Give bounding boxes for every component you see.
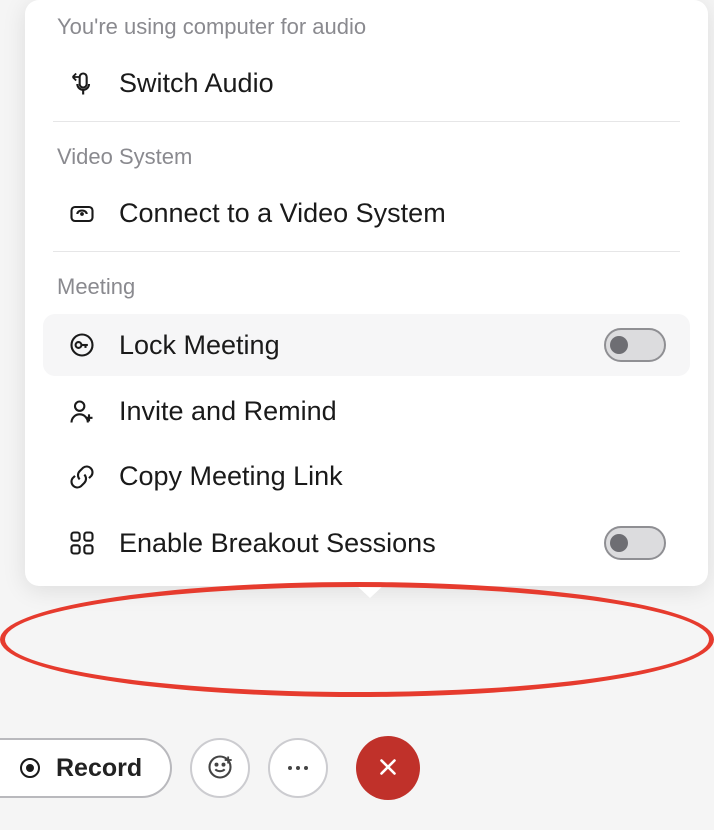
record-button[interactable]: Record <box>0 738 172 798</box>
invite-person-icon <box>67 397 97 427</box>
meeting-section-header: Meeting <box>25 260 708 308</box>
enable-breakout-sessions-item[interactable]: Enable Breakout Sessions <box>43 512 690 574</box>
divider <box>53 121 680 122</box>
video-system-icon <box>67 199 97 229</box>
copy-meeting-link-item[interactable]: Copy Meeting Link <box>43 447 690 506</box>
record-icon <box>18 756 42 780</box>
video-system-section-header: Video System <box>25 130 708 178</box>
annotation-highlight-ellipse <box>0 582 714 697</box>
end-meeting-button[interactable] <box>356 736 420 800</box>
invite-remind-label: Invite and Remind <box>119 396 666 427</box>
lock-meeting-label: Lock Meeting <box>119 330 604 361</box>
toggle-knob <box>610 336 628 354</box>
reactions-button[interactable] <box>190 738 250 798</box>
breakout-grid-icon <box>67 528 97 558</box>
audio-switch-icon <box>67 69 97 99</box>
key-icon <box>67 330 97 360</box>
copy-meeting-link-label: Copy Meeting Link <box>119 461 666 492</box>
meeting-options-popover: You're using computer for audio Switch A… <box>25 0 708 586</box>
lock-meeting-toggle[interactable] <box>604 328 666 362</box>
record-button-label: Record <box>56 754 142 783</box>
link-icon <box>67 462 97 492</box>
divider <box>53 251 680 252</box>
lock-meeting-item[interactable]: Lock Meeting <box>43 314 690 376</box>
more-options-button[interactable] <box>268 738 328 798</box>
invite-remind-item[interactable]: Invite and Remind <box>43 382 690 441</box>
breakout-sessions-toggle[interactable] <box>604 526 666 560</box>
audio-section-header: You're using computer for audio <box>25 0 708 48</box>
close-icon <box>375 754 401 783</box>
enable-breakout-sessions-label: Enable Breakout Sessions <box>119 528 604 559</box>
meeting-toolbar: Record <box>0 736 714 800</box>
switch-audio-label: Switch Audio <box>119 68 666 99</box>
toggle-knob <box>610 534 628 552</box>
smiley-plus-icon <box>206 753 234 784</box>
connect-video-system-label: Connect to a Video System <box>119 198 666 229</box>
connect-video-system-item[interactable]: Connect to a Video System <box>43 184 690 243</box>
ellipsis-icon <box>288 766 308 770</box>
switch-audio-item[interactable]: Switch Audio <box>43 54 690 113</box>
